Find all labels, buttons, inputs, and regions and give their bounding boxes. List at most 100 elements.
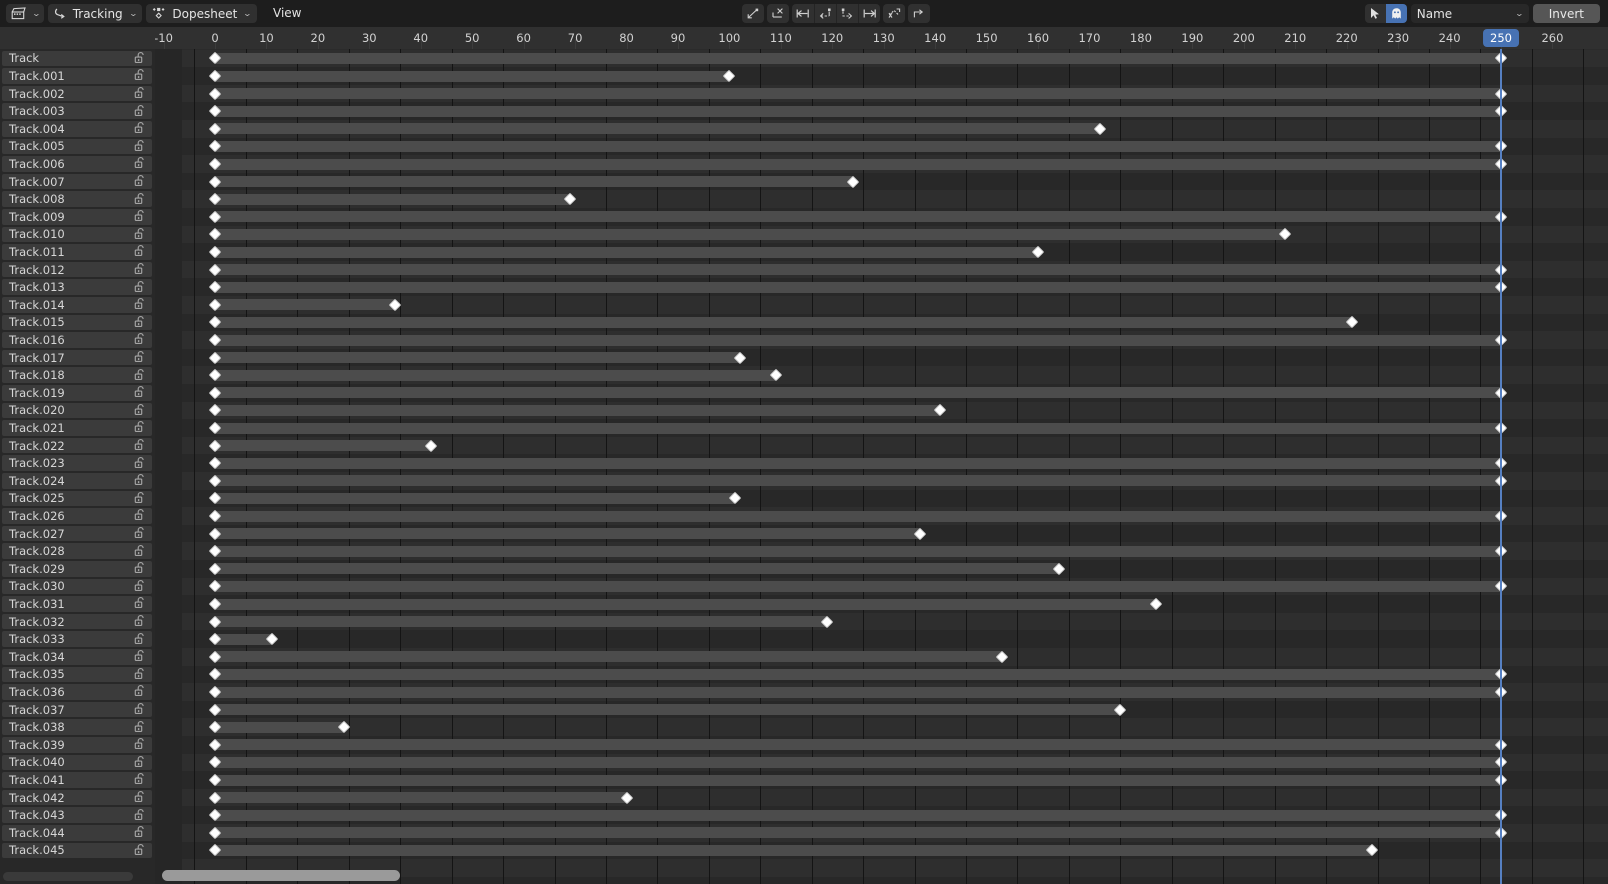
unlock-icon[interactable] (134, 506, 147, 525)
keyframe-range-bar[interactable] (215, 140, 1501, 152)
channel-row[interactable]: Track.043 (0, 806, 155, 824)
unlock-icon[interactable] (134, 770, 147, 789)
keyframe-range-bar[interactable] (215, 211, 1501, 223)
unlock-icon[interactable] (134, 841, 147, 860)
unlock-icon[interactable] (134, 542, 147, 561)
toolbtn-clear-path-remained-icon[interactable] (883, 4, 906, 23)
cursor-arrow-icon-button[interactable] (1364, 4, 1386, 23)
channel-row[interactable]: Track.039 (0, 736, 155, 754)
channel-row[interactable]: Track.026 (0, 507, 155, 525)
unlock-icon[interactable] (134, 577, 147, 596)
channel-row[interactable]: Track.024 (0, 472, 155, 490)
channel-row[interactable]: Track.012 (0, 261, 155, 279)
toolbtn-jump-to-previous-keyframe-icon[interactable] (814, 4, 837, 23)
channel-row[interactable]: Track.019 (0, 384, 155, 402)
keyframe-range-bar[interactable] (215, 228, 1285, 240)
invert-button[interactable]: Invert (1532, 4, 1601, 23)
unlock-icon[interactable] (134, 735, 147, 754)
channel-row[interactable]: Track.022 (0, 437, 155, 455)
unlock-icon[interactable] (134, 806, 147, 825)
channel-row[interactable]: Track.021 (0, 419, 155, 437)
horizontal-scrollbar[interactable] (162, 870, 400, 881)
keyframe-range-bar[interactable] (215, 316, 1352, 328)
current-frame-badge[interactable]: 250 (1483, 29, 1519, 47)
keyframe-range-bar[interactable] (215, 844, 1373, 856)
channel-row[interactable]: Track.003 (0, 102, 155, 120)
channel-row[interactable]: Track.014 (0, 296, 155, 314)
unlock-icon[interactable] (134, 366, 147, 385)
unlock-icon[interactable] (134, 418, 147, 437)
channel-row[interactable]: Track.031 (0, 595, 155, 613)
unlock-icon[interactable] (134, 700, 147, 719)
unlock-icon[interactable] (134, 524, 147, 543)
keyframe-range-bar[interactable] (215, 510, 1501, 522)
toolbtn-jump-to-next-keyframe-icon[interactable] (836, 4, 859, 23)
unlock-icon[interactable] (134, 190, 147, 209)
channel-row[interactable]: Track.040 (0, 754, 155, 772)
keyframe-range-bar[interactable] (215, 457, 1501, 469)
keyframe-range-bar[interactable] (215, 440, 432, 452)
keyframe-range-bar[interactable] (215, 545, 1501, 557)
unlock-icon[interactable] (134, 295, 147, 314)
dopesheet-grid[interactable] (155, 49, 1608, 884)
sort-select[interactable]: Name ⌄ (1410, 4, 1529, 23)
toolbtn-clear-path-up-to-icon[interactable] (742, 4, 765, 23)
channel-row[interactable]: Track.032 (0, 613, 155, 631)
channel-row[interactable]: Track.004 (0, 120, 155, 138)
unlock-icon[interactable] (134, 436, 147, 455)
unlock-icon[interactable] (134, 154, 147, 173)
unlock-icon[interactable] (134, 383, 147, 402)
keyframe-range-bar[interactable] (215, 774, 1501, 786)
unlock-icon[interactable] (134, 630, 147, 649)
keyframe-range-bar[interactable] (215, 704, 1121, 716)
unlock-icon[interactable] (134, 313, 147, 332)
channel-row[interactable]: Track.045 (0, 842, 155, 860)
unlock-icon[interactable] (134, 718, 147, 737)
toolbtn-refine-track-icon[interactable] (908, 4, 931, 23)
keyframe-range-bar[interactable] (215, 668, 1501, 680)
keyframe-range-bar[interactable] (215, 633, 272, 645)
unlock-icon[interactable] (134, 471, 147, 490)
channel-row[interactable]: Track.006 (0, 155, 155, 173)
keyframe-range-bar[interactable] (215, 404, 941, 416)
keyframe-range-bar[interactable] (215, 52, 1501, 64)
keyframe-range-bar[interactable] (215, 756, 1501, 768)
keyframe-range-bar[interactable] (215, 651, 1003, 663)
channel-row[interactable]: Track.013 (0, 278, 155, 296)
playhead-line[interactable] (1500, 49, 1502, 884)
channel-list[interactable]: Track Track.001 Track.002 Track.003 Trac… (0, 49, 155, 884)
unlock-icon[interactable] (134, 278, 147, 297)
channel-row[interactable]: Track.015 (0, 314, 155, 332)
unlock-icon[interactable] (134, 753, 147, 772)
channel-row[interactable]: Track.017 (0, 349, 155, 367)
unlock-icon[interactable] (134, 242, 147, 261)
toolbtn-jump-to-end-icon[interactable] (858, 4, 881, 23)
keyframe-range-bar[interactable] (215, 105, 1501, 117)
keyframe-range-bar[interactable] (215, 246, 1039, 258)
channel-row[interactable]: Track.002 (0, 85, 155, 103)
editor-type-button[interactable]: ⌄ (6, 4, 44, 23)
keyframe-range-bar[interactable] (215, 492, 735, 504)
channel-horizontal-scrollbar[interactable] (3, 872, 133, 881)
keyframe-range-bar[interactable] (215, 721, 344, 733)
unlock-icon[interactable] (134, 489, 147, 508)
unlock-icon[interactable] (134, 647, 147, 666)
unlock-icon[interactable] (134, 594, 147, 613)
channel-row[interactable]: Track.008 (0, 190, 155, 208)
channel-row[interactable]: Track.018 (0, 366, 155, 384)
unlock-icon[interactable] (134, 102, 147, 121)
channel-row[interactable]: Track.016 (0, 331, 155, 349)
keyframe-range-bar[interactable] (215, 598, 1157, 610)
unlock-icon[interactable] (134, 788, 147, 807)
keyframe-range-bar[interactable] (215, 176, 853, 188)
unlock-icon[interactable] (134, 119, 147, 138)
keyframe-range-bar[interactable] (215, 369, 776, 381)
unlock-icon[interactable] (134, 823, 147, 842)
keyframe-range-bar[interactable] (215, 123, 1100, 135)
unlock-icon[interactable] (134, 260, 147, 279)
channel-row[interactable]: Track.035 (0, 666, 155, 684)
keyframe-range-bar[interactable] (215, 281, 1501, 293)
channel-row[interactable]: Track.025 (0, 490, 155, 508)
toolbtn-jump-to-start-icon[interactable] (792, 4, 815, 23)
keyframe-range-bar[interactable] (215, 792, 627, 804)
